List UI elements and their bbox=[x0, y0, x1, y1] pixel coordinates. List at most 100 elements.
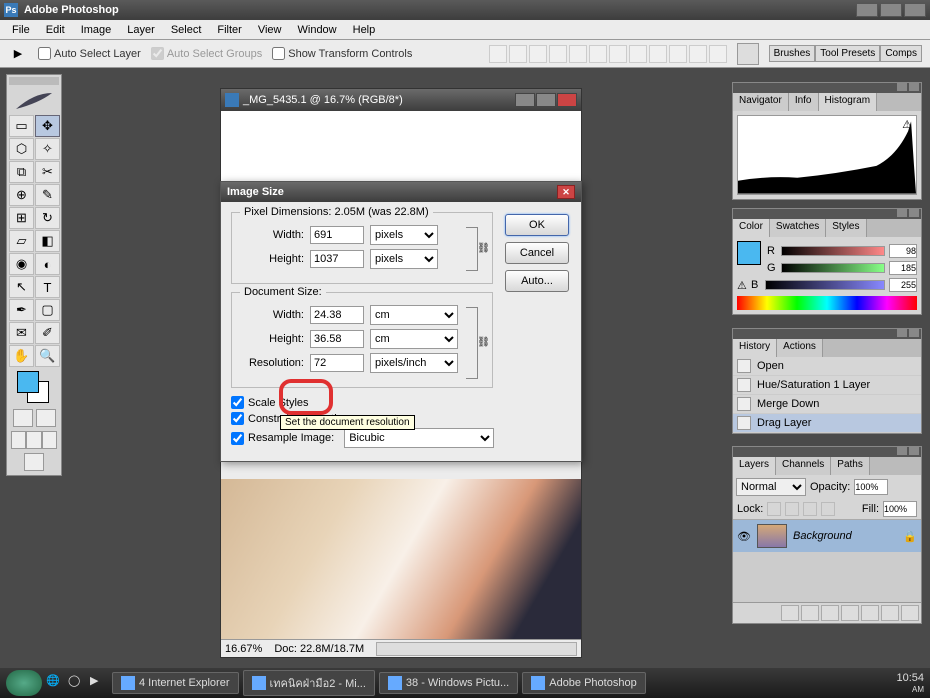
resolution-input[interactable] bbox=[310, 354, 364, 372]
taskbar-item[interactable]: 38 - Windows Pictu... bbox=[379, 672, 518, 694]
auto-select-layer-checkbox[interactable]: Auto Select Layer bbox=[38, 47, 141, 60]
menu-window[interactable]: Window bbox=[290, 22, 345, 38]
panel-minimize-icon[interactable] bbox=[897, 447, 907, 455]
document-titlebar[interactable]: _MG_5435.1 @ 16.7% (RGB/8*) bbox=[221, 89, 581, 111]
delete-layer-icon[interactable] bbox=[901, 605, 919, 621]
panel-close-icon[interactable] bbox=[909, 447, 919, 455]
hand-tool[interactable]: ✋ bbox=[9, 345, 34, 367]
start-button[interactable] bbox=[6, 670, 42, 696]
taskbar-item[interactable]: Adobe Photoshop bbox=[522, 672, 645, 694]
layer-name[interactable]: Background bbox=[793, 530, 852, 542]
panel-close-icon[interactable] bbox=[909, 329, 919, 337]
panel-minimize-icon[interactable] bbox=[897, 83, 907, 91]
tab-histogram[interactable]: Histogram bbox=[819, 93, 878, 111]
slice-tool[interactable]: ✂ bbox=[35, 161, 60, 183]
resolution-unit[interactable]: pixels/inch bbox=[370, 353, 458, 373]
layer-thumbnail[interactable] bbox=[757, 524, 787, 548]
zoom-level[interactable]: 16.67% bbox=[225, 643, 262, 655]
color-spectrum[interactable] bbox=[737, 296, 917, 310]
blur-tool[interactable]: ◉ bbox=[9, 253, 34, 275]
pixel-width-unit[interactable]: pixels bbox=[370, 225, 438, 245]
r-value[interactable] bbox=[889, 244, 917, 258]
tab-tool-presets[interactable]: Tool Presets bbox=[815, 45, 880, 62]
lock-all-icon[interactable] bbox=[821, 502, 835, 516]
scale-styles-checkbox[interactable] bbox=[231, 396, 244, 409]
tab-paths[interactable]: Paths bbox=[831, 457, 870, 475]
lock-position-icon[interactable] bbox=[803, 502, 817, 516]
align-icon[interactable] bbox=[509, 45, 527, 63]
layer-mask-icon[interactable] bbox=[821, 605, 839, 621]
tab-swatches[interactable]: Swatches bbox=[770, 219, 826, 237]
resample-image-checkbox[interactable] bbox=[231, 432, 244, 445]
move-tool[interactable]: ✥ bbox=[35, 115, 60, 137]
screen-mode-icon[interactable] bbox=[26, 431, 41, 449]
shape-tool[interactable]: ▢ bbox=[35, 299, 60, 321]
align-icon[interactable] bbox=[489, 45, 507, 63]
fill-input[interactable] bbox=[883, 501, 917, 517]
warning-icon[interactable]: ⚠ bbox=[902, 118, 912, 131]
tab-history[interactable]: History bbox=[733, 339, 777, 357]
doc-width-unit[interactable]: cm bbox=[370, 305, 458, 325]
show-transform-checkbox[interactable]: Show Transform Controls bbox=[272, 47, 412, 60]
gamut-warning-icon[interactable]: ⚠ bbox=[737, 279, 747, 292]
doc-maximize-button[interactable] bbox=[536, 93, 556, 107]
history-item[interactable]: Hue/Saturation 1 Layer bbox=[733, 376, 921, 395]
quicklaunch-icon[interactable]: ◯ bbox=[68, 674, 86, 692]
doc-width-input[interactable] bbox=[310, 306, 364, 324]
align-icon[interactable] bbox=[569, 45, 587, 63]
doc-close-button[interactable] bbox=[557, 93, 577, 107]
dialog-close-button[interactable]: ✕ bbox=[557, 185, 575, 199]
adjustment-layer-icon[interactable] bbox=[841, 605, 859, 621]
g-slider[interactable] bbox=[781, 263, 885, 273]
menu-view[interactable]: View bbox=[250, 22, 290, 38]
zoom-tool[interactable]: 🔍 bbox=[35, 345, 60, 367]
screen-mode-icon[interactable] bbox=[42, 431, 57, 449]
system-clock[interactable]: 10:54AM bbox=[896, 672, 924, 695]
horizontal-scrollbar[interactable] bbox=[376, 642, 577, 656]
new-layer-icon[interactable] bbox=[881, 605, 899, 621]
menu-filter[interactable]: Filter bbox=[209, 22, 249, 38]
path-tool[interactable]: ↖ bbox=[9, 276, 34, 298]
resample-method-select[interactable]: Bicubic bbox=[344, 428, 494, 448]
menu-layer[interactable]: Layer bbox=[119, 22, 163, 38]
quicklaunch-icon[interactable]: 🌐 bbox=[46, 674, 64, 692]
lasso-tool[interactable]: ⬡ bbox=[9, 138, 34, 160]
wand-tool[interactable]: ✧ bbox=[35, 138, 60, 160]
ok-button[interactable]: OK bbox=[505, 214, 569, 236]
b-value[interactable] bbox=[889, 278, 917, 292]
tab-layers[interactable]: Layers bbox=[733, 457, 776, 475]
tab-navigator[interactable]: Navigator bbox=[733, 93, 789, 111]
tab-channels[interactable]: Channels bbox=[776, 457, 831, 475]
canvas-area[interactable] bbox=[221, 111, 581, 181]
auto-select-groups-checkbox[interactable]: Auto Select Groups bbox=[151, 47, 262, 60]
link-layers-icon[interactable] bbox=[781, 605, 799, 621]
align-icon[interactable] bbox=[589, 45, 607, 63]
dialog-titlebar[interactable]: Image Size ✕ bbox=[221, 182, 581, 202]
marquee-tool[interactable]: ▭ bbox=[9, 115, 34, 137]
menu-help[interactable]: Help bbox=[345, 22, 384, 38]
doc-height-unit[interactable]: cm bbox=[370, 329, 458, 349]
brush-tool[interactable]: ✎ bbox=[35, 184, 60, 206]
history-item[interactable]: Open bbox=[733, 357, 921, 376]
menu-image[interactable]: Image bbox=[73, 22, 120, 38]
doc-size-info[interactable]: Doc: 22.8M/18.7M bbox=[274, 643, 364, 655]
foreground-color[interactable] bbox=[17, 371, 39, 393]
tab-comps[interactable]: Comps bbox=[880, 45, 922, 62]
palette-well-icon[interactable] bbox=[737, 43, 759, 65]
taskbar-item[interactable]: เทคนิคฝ่ามือ2 - Mi... bbox=[243, 670, 375, 696]
align-icon[interactable] bbox=[689, 45, 707, 63]
quicklaunch-icon[interactable]: ▶ bbox=[90, 674, 108, 692]
maximize-button[interactable] bbox=[880, 3, 902, 17]
gradient-tool[interactable]: ◧ bbox=[35, 230, 60, 252]
b-slider[interactable] bbox=[765, 280, 885, 290]
color-swatch[interactable] bbox=[737, 241, 761, 265]
stamp-tool[interactable]: ⊞ bbox=[9, 207, 34, 229]
notes-tool[interactable]: ✉ bbox=[9, 322, 34, 344]
blend-mode-select[interactable]: Normal bbox=[736, 478, 806, 496]
screen-mode-icon[interactable] bbox=[11, 431, 26, 449]
menu-edit[interactable]: Edit bbox=[38, 22, 73, 38]
panel-minimize-icon[interactable] bbox=[897, 329, 907, 337]
align-icon[interactable] bbox=[629, 45, 647, 63]
opacity-input[interactable] bbox=[854, 479, 888, 495]
history-item[interactable]: Drag Layer bbox=[733, 414, 921, 433]
